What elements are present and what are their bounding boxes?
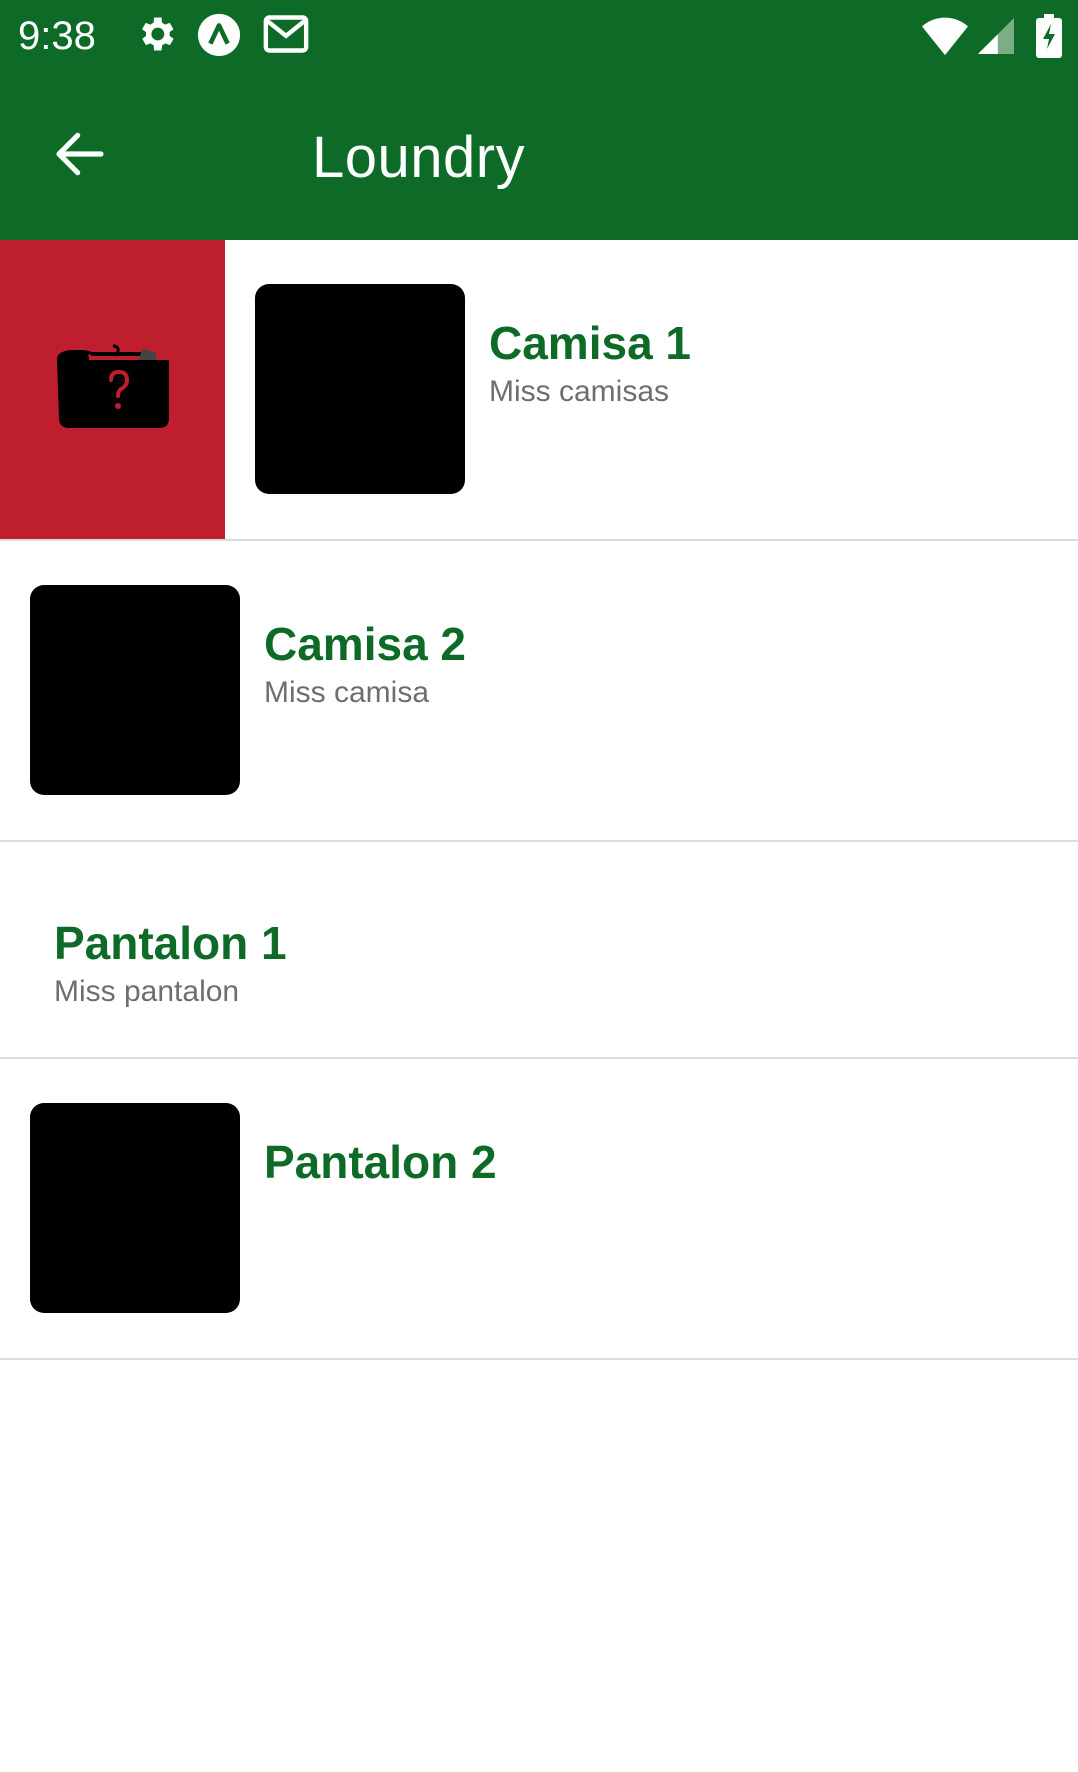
item-subtitle: Miss pantalon xyxy=(54,975,240,1008)
status-time: 9:38 xyxy=(18,14,96,58)
battery-charging-icon xyxy=(1036,14,1062,63)
page-title: Loundry xyxy=(312,125,526,190)
gmail-icon xyxy=(262,12,310,61)
item-thumbnail xyxy=(30,1103,240,1313)
back-button[interactable] xyxy=(40,116,120,196)
item-subtitle: Miss camisa xyxy=(264,676,430,709)
list-item[interactable]: Camisa 1 Miss camisas xyxy=(0,240,1078,541)
item-thumbnail xyxy=(255,284,465,494)
item-title: Camisa 1 xyxy=(489,317,692,369)
list-item-content[interactable]: Pantalon 1 Miss pantalon xyxy=(0,842,1078,1057)
list-item-content[interactable]: Camisa 1 Miss camisas xyxy=(225,240,1078,539)
item-title: Pantalon 2 xyxy=(264,1136,497,1188)
wifi-icon xyxy=(922,16,968,61)
list-item[interactable]: Pantalon 2 xyxy=(0,1059,1078,1360)
laundry-list: Camisa 1 Miss camisas Camisa 2 Miss cami… xyxy=(0,240,1078,1360)
cell-signal-icon xyxy=(978,18,1014,59)
status-bar: 9:38 xyxy=(0,0,1078,72)
swipe-delete-action[interactable] xyxy=(0,240,225,539)
item-thumbnail xyxy=(30,585,240,795)
a-circle-icon xyxy=(196,12,242,63)
app-bar: Loundry xyxy=(0,72,1078,240)
list-item-content[interactable]: Camisa 2 Miss camisa xyxy=(0,541,1078,840)
item-subtitle: Miss camisas xyxy=(489,375,670,408)
list-item[interactable]: Pantalon 1 Miss pantalon xyxy=(0,842,1078,1059)
list-item-content[interactable]: Pantalon 2 xyxy=(0,1059,1078,1358)
item-title: Pantalon 1 xyxy=(54,917,287,969)
item-title: Camisa 2 xyxy=(264,618,467,670)
laundry-basket-icon xyxy=(51,340,175,439)
arrow-left-icon xyxy=(52,126,108,187)
list-item[interactable]: Camisa 2 Miss camisa xyxy=(0,541,1078,842)
gear-icon xyxy=(134,12,178,61)
